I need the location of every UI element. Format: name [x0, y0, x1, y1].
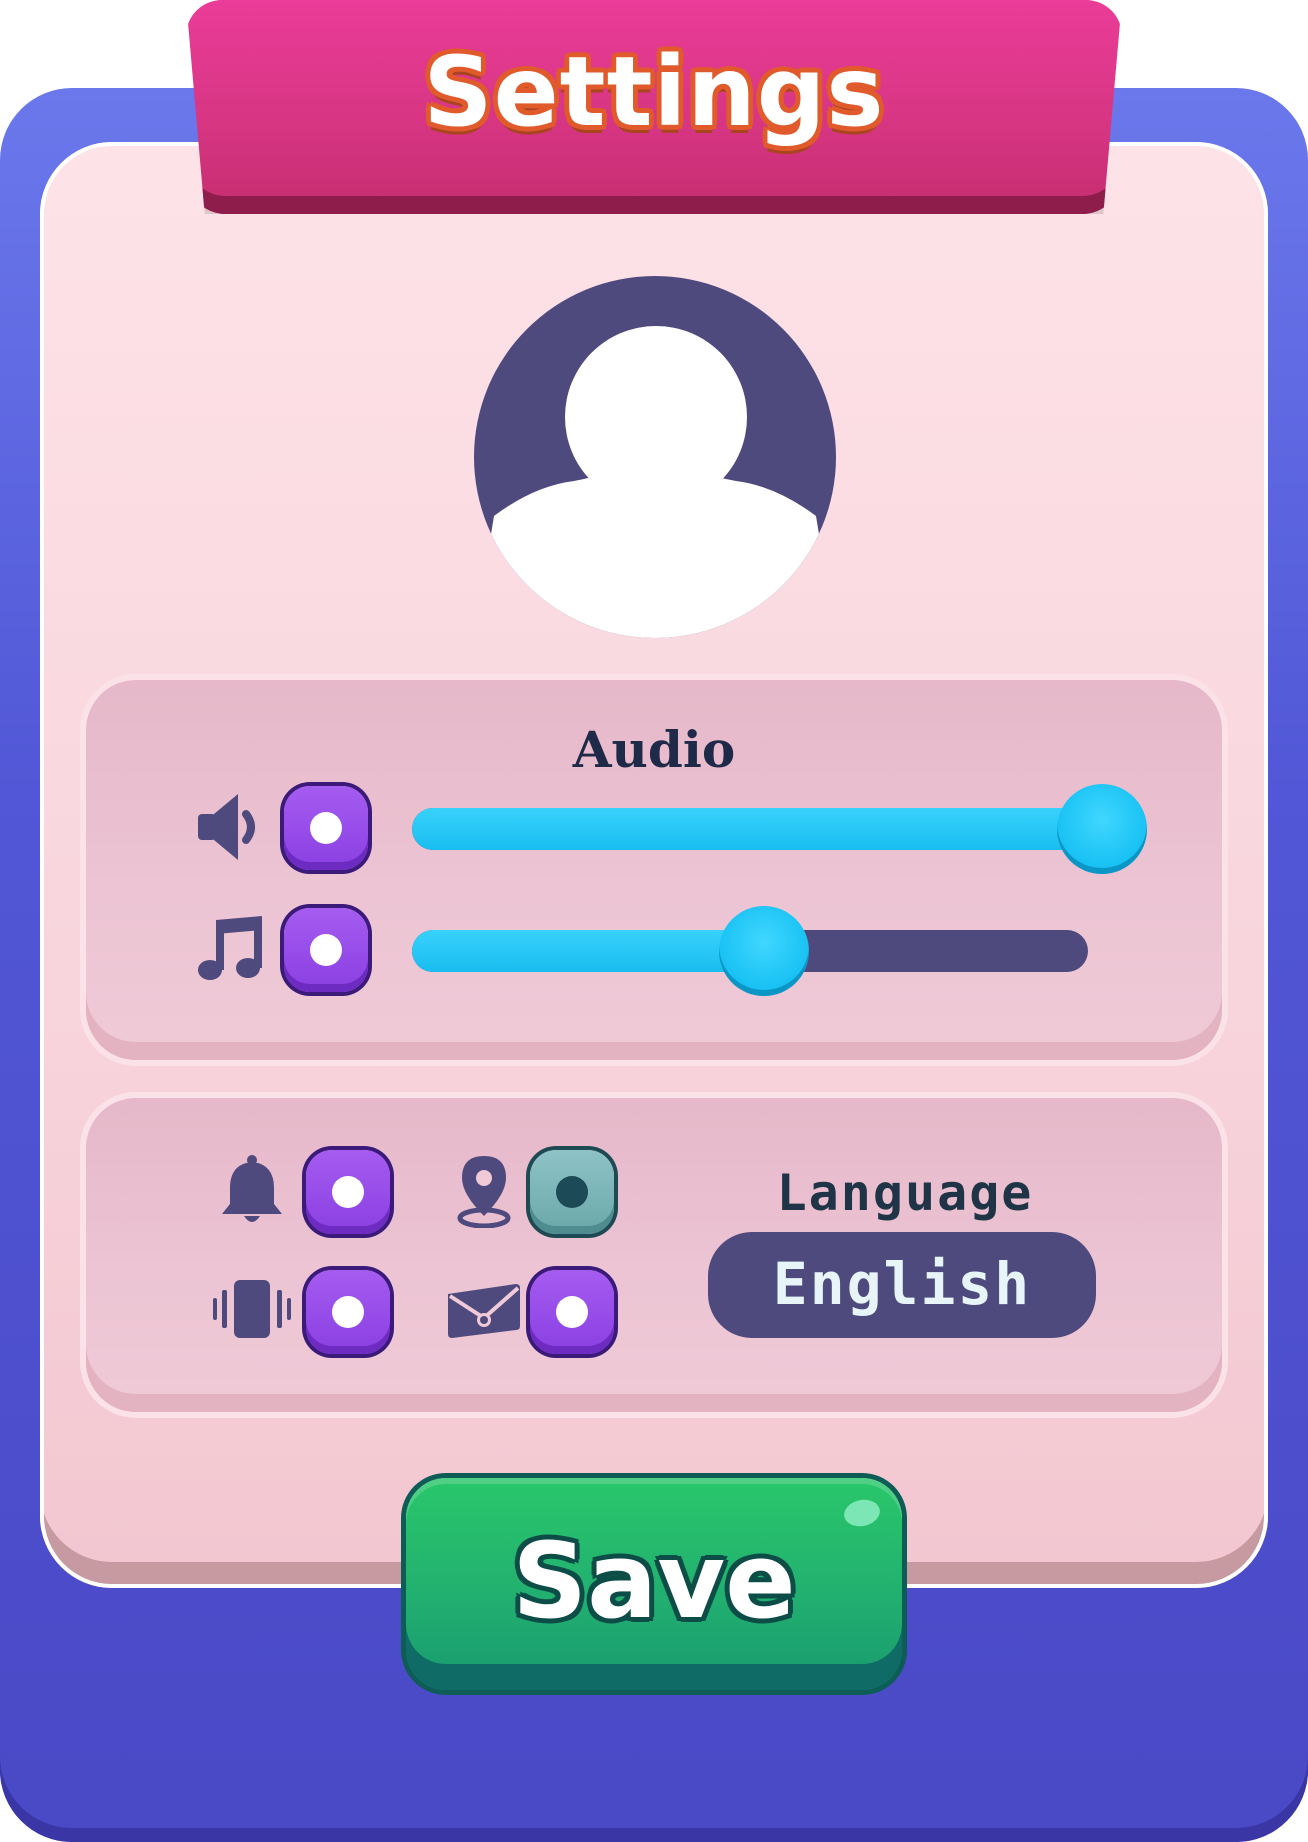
bell-icon — [222, 1155, 282, 1222]
vibration-icon — [213, 1280, 291, 1338]
speaker-icon — [198, 794, 255, 860]
sound-volume-slider[interactable] — [412, 784, 1147, 874]
music-toggle[interactable] — [284, 908, 368, 992]
vibration-toggle[interactable] — [306, 1270, 390, 1354]
save-button[interactable]: Save — [406, 1478, 902, 1690]
music-volume-knob[interactable] — [719, 906, 809, 996]
user-avatar-icon[interactable] — [474, 276, 836, 638]
audio-section-label: Audio — [572, 720, 736, 779]
language-label: Language — [776, 1164, 1034, 1222]
music-volume-slider[interactable] — [412, 906, 1088, 996]
location-pin-icon — [457, 1156, 511, 1228]
avatar-body — [474, 456, 836, 638]
music-volume-fill — [412, 930, 764, 972]
music-note-icon — [198, 916, 262, 980]
language-select[interactable]: English — [708, 1232, 1096, 1338]
language-value: English — [772, 1250, 1032, 1318]
location-toggle[interactable] — [530, 1150, 614, 1234]
sound-volume-fill — [412, 808, 1102, 850]
mail-icon — [448, 1284, 520, 1338]
sound-toggle[interactable] — [284, 786, 368, 870]
sound-volume-knob[interactable] — [1057, 784, 1147, 874]
notifications-toggle[interactable] — [306, 1150, 390, 1234]
messages-toggle[interactable] — [530, 1270, 614, 1354]
page-title: Settings — [423, 36, 885, 148]
save-button-label: Save — [512, 1520, 796, 1642]
